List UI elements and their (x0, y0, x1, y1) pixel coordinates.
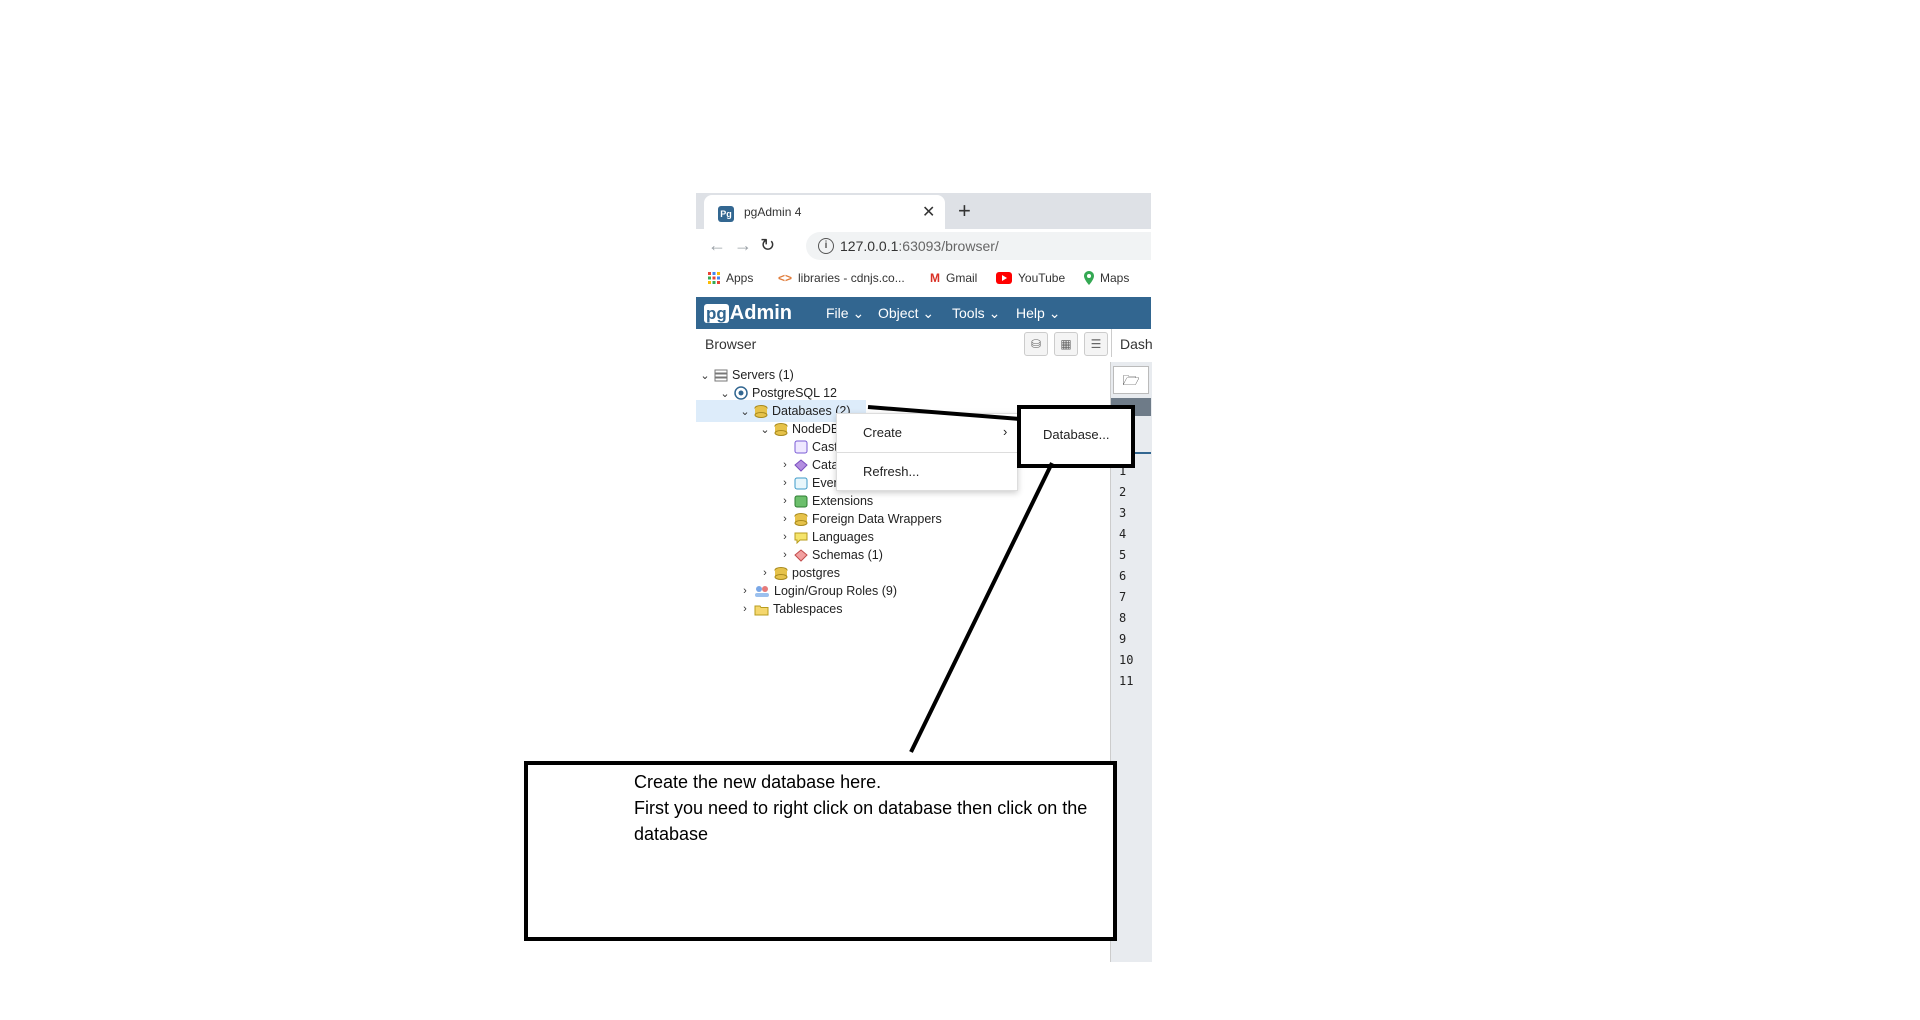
annotation-line-2: First you need to right click on databas… (634, 798, 1088, 844)
arrow-line-to-note (909, 462, 1054, 753)
annotation-note: Create the new database here. First you … (524, 761, 1117, 941)
annotation-text: Create the new database here. First you … (634, 769, 1094, 847)
annotation-line-1: Create the new database here. (634, 772, 882, 792)
arrow-line-to-submenu (867, 405, 1021, 421)
